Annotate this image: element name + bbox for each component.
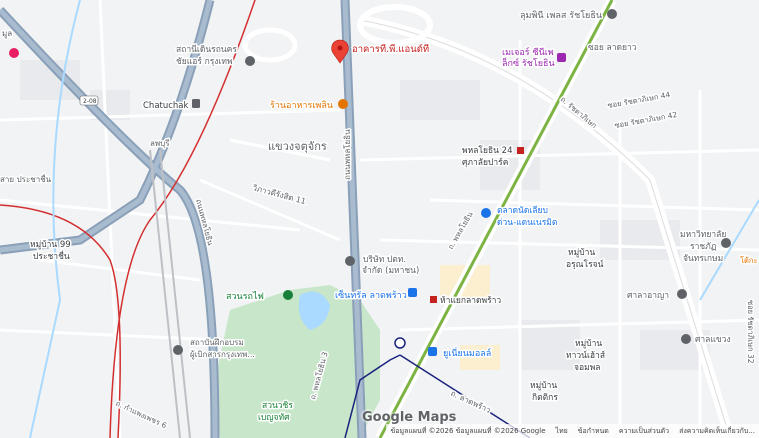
privacy-link[interactable]: ความเป็นส่วนตัว: [619, 426, 669, 437]
label-town-line3: จอมพล: [574, 363, 601, 373]
building-icon-ptt[interactable]: [345, 256, 355, 266]
poi-ptt-line2[interactable]: จำกัด (มหาชน): [361, 265, 421, 278]
label-phahonyothin-vertical: ถนนพหลโยธิน: [342, 129, 352, 180]
google-maps-logo: Google Maps: [362, 410, 457, 425]
map-footer: ข้อมูลแผนที่ ©2026 ข้อมูลแผนที่ ©2026 Go…: [386, 424, 759, 438]
poi-talat-nat-line1[interactable]: ตลาดนัดเลียบ: [496, 204, 550, 218]
poi-central-ladprao[interactable]: เซ็นทรัล ลาดพร้าว: [334, 287, 409, 303]
feedback-link[interactable]: ส่งความคิดเห็นเกี่ยวกับ...: [679, 426, 755, 437]
poi-sala-khwaeng[interactable]: ศาลแขวง: [694, 334, 733, 347]
map-labels: อาคารที.พี.แอนด์ที ลุมพินี เพลส รัชโยธิน…: [0, 9, 759, 432]
transit-icon-ha-yaek[interactable]: [430, 296, 437, 303]
poi-suan-wachira-line1[interactable]: สวนวชิร: [261, 400, 295, 413]
poi-lumpini-place[interactable]: ลุมพินี เพลส รัชโยธิน: [519, 9, 604, 23]
poi-suan-rot-fai[interactable]: สวนรถไฟ: [225, 290, 266, 304]
label-kittikorn-line2: กิตติกร: [532, 393, 558, 403]
poi-archives-line1[interactable]: สถาบันฝึกอบรม: [189, 337, 246, 349]
label-yaek: ถ. พหลโยธิน: [446, 210, 475, 251]
label-soi-lat-yao: ซอย ลาดยาว: [588, 43, 637, 53]
label-chatuchak-station[interactable]: Chatuchak: [142, 100, 191, 113]
poi-union-mall[interactable]: ยูเนี่ยนมอลล์: [442, 345, 493, 361]
transit-icon-paholyothin[interactable]: [517, 147, 524, 154]
label-village-arunroj-line1: หมู่บ้าน: [568, 247, 595, 258]
label-kittikorn-line1: หมู่บ้าน: [530, 380, 557, 391]
pin-label[interactable]: อาคารที.พี.แอนด์ที: [351, 42, 431, 57]
label-kamphaeng-phet-6: ถ. กำแพงเพชร 6: [114, 399, 168, 431]
poi-lumpini-icon[interactable]: [607, 9, 617, 19]
pink-poi-icon[interactable]: [9, 48, 19, 58]
restaurant-icon[interactable]: [338, 99, 348, 109]
poi-paholyothin-24-line2[interactable]: ศุภาลัยปาร์ค: [461, 156, 510, 170]
country-label[interactable]: ไทย: [556, 426, 568, 437]
poi-ha-yaek-ladprao[interactable]: ห้าแยกลาดพร้าว: [439, 294, 503, 308]
train-station-icon[interactable]: [192, 99, 200, 108]
poi-rajabhat-line1[interactable]: มหาวิทยาลัย: [679, 229, 728, 242]
label-ratchadaphisek-road: ถ. รัชดาภิเษก: [559, 95, 599, 131]
label-vibhavadi-11: วิภาวดีรังสิต 11: [251, 183, 307, 206]
poi-sala-aya[interactable]: ศาลาอาญา: [626, 290, 671, 303]
label-phahonyothin-west: ถนนพหลโยธิน: [194, 198, 215, 246]
label-sai-prachachuen: สาย ประชาชื่น: [0, 173, 52, 184]
map-data-credit: ข้อมูลแผนที่ ©2026 ข้อมูลแผนที่ ©2026 Go…: [390, 426, 546, 435]
shopping-icon-talat[interactable]: [481, 208, 491, 218]
poi-major-cineplex-line1[interactable]: เมเจอร์ ซีนีเพ: [501, 45, 556, 60]
label-town-line2: ทาวน์เฮ้าส์: [566, 350, 606, 361]
label-town-line1: หมู่บ้าน: [575, 338, 602, 349]
poi-archives-line2[interactable]: ผู้เบิกสารกรุงเทพ...: [189, 349, 257, 362]
label-pahonyothin-3: ถ. พหลโยธิน 3: [308, 351, 329, 401]
label-village-99-line2: ประชาชื่น: [33, 250, 70, 262]
metro-station-icon[interactable]: [394, 337, 406, 349]
poi-ptt-line1[interactable]: บริษัท ปตท.: [362, 254, 408, 267]
label-village-99-line1: หมู่บ้าน 99: [30, 239, 71, 250]
poi-suan-wachira-line2[interactable]: เบญจทัศ: [257, 412, 292, 425]
poi-bus-terminal-line2[interactable]: ชัยแอร์ กรุงเทพ: [175, 55, 235, 69]
bus-icon-terminal[interactable]: [245, 56, 255, 66]
government-icon-sala-aya[interactable]: [677, 289, 687, 299]
shopping-bag-icon-central[interactable]: [408, 288, 417, 297]
shopping-bag-icon-union[interactable]: [428, 347, 437, 356]
label-top-left: มูล: [2, 29, 12, 39]
poi-rajabhat-line3[interactable]: จันทรเกษม: [682, 253, 725, 266]
label-soi-ratchada-42: ซอย รัชดาภิเษก 42: [614, 110, 678, 130]
label-village-arunroj-line2: อรุณโรจน์: [566, 259, 604, 270]
route-shield-label: 2-08: [83, 98, 97, 105]
location-pin-icon[interactable]: [331, 39, 349, 64]
school-icon-rajabhat[interactable]: [721, 238, 731, 248]
poi-restaurant-phloen[interactable]: ร้านอาหารเพลิน: [269, 99, 335, 113]
label-chatuchak-district: แขวงจตุจักร: [268, 140, 327, 153]
poi-rajabhat-line2[interactable]: ราชภัฏ: [689, 241, 719, 254]
government-icon-sala-khwaeng[interactable]: [681, 334, 691, 344]
map-canvas[interactable]: อาคารที.พี.แอนด์ที ลุมพินี เพลส รัชโยธิน…: [0, 0, 759, 438]
label-right-edge: โต้กะ: [740, 256, 757, 265]
poi-bus-terminal-line1[interactable]: สถานีเดินรถนคร: [175, 43, 239, 57]
label-soi-ratchada-32: ซอย รัชดาภิเษก 32: [746, 300, 755, 364]
terms-link[interactable]: ข้อกำหนด: [578, 426, 609, 437]
label-soi-ratchada-44: ซอย รัชดาภิเษก 44: [607, 90, 671, 110]
poi-paholyothin-24-line1[interactable]: พหลโยธิน 24: [461, 144, 514, 158]
park-icon-suan-rot-fai[interactable]: [283, 290, 293, 300]
building-icon-archives[interactable]: [173, 345, 183, 355]
poi-talat-nat-line2[interactable]: ด่วน-แดนเนรมิต: [496, 217, 559, 230]
cinema-icon[interactable]: [557, 53, 566, 62]
label-lat-phrao-sign: ลพบุรี: [150, 139, 170, 148]
